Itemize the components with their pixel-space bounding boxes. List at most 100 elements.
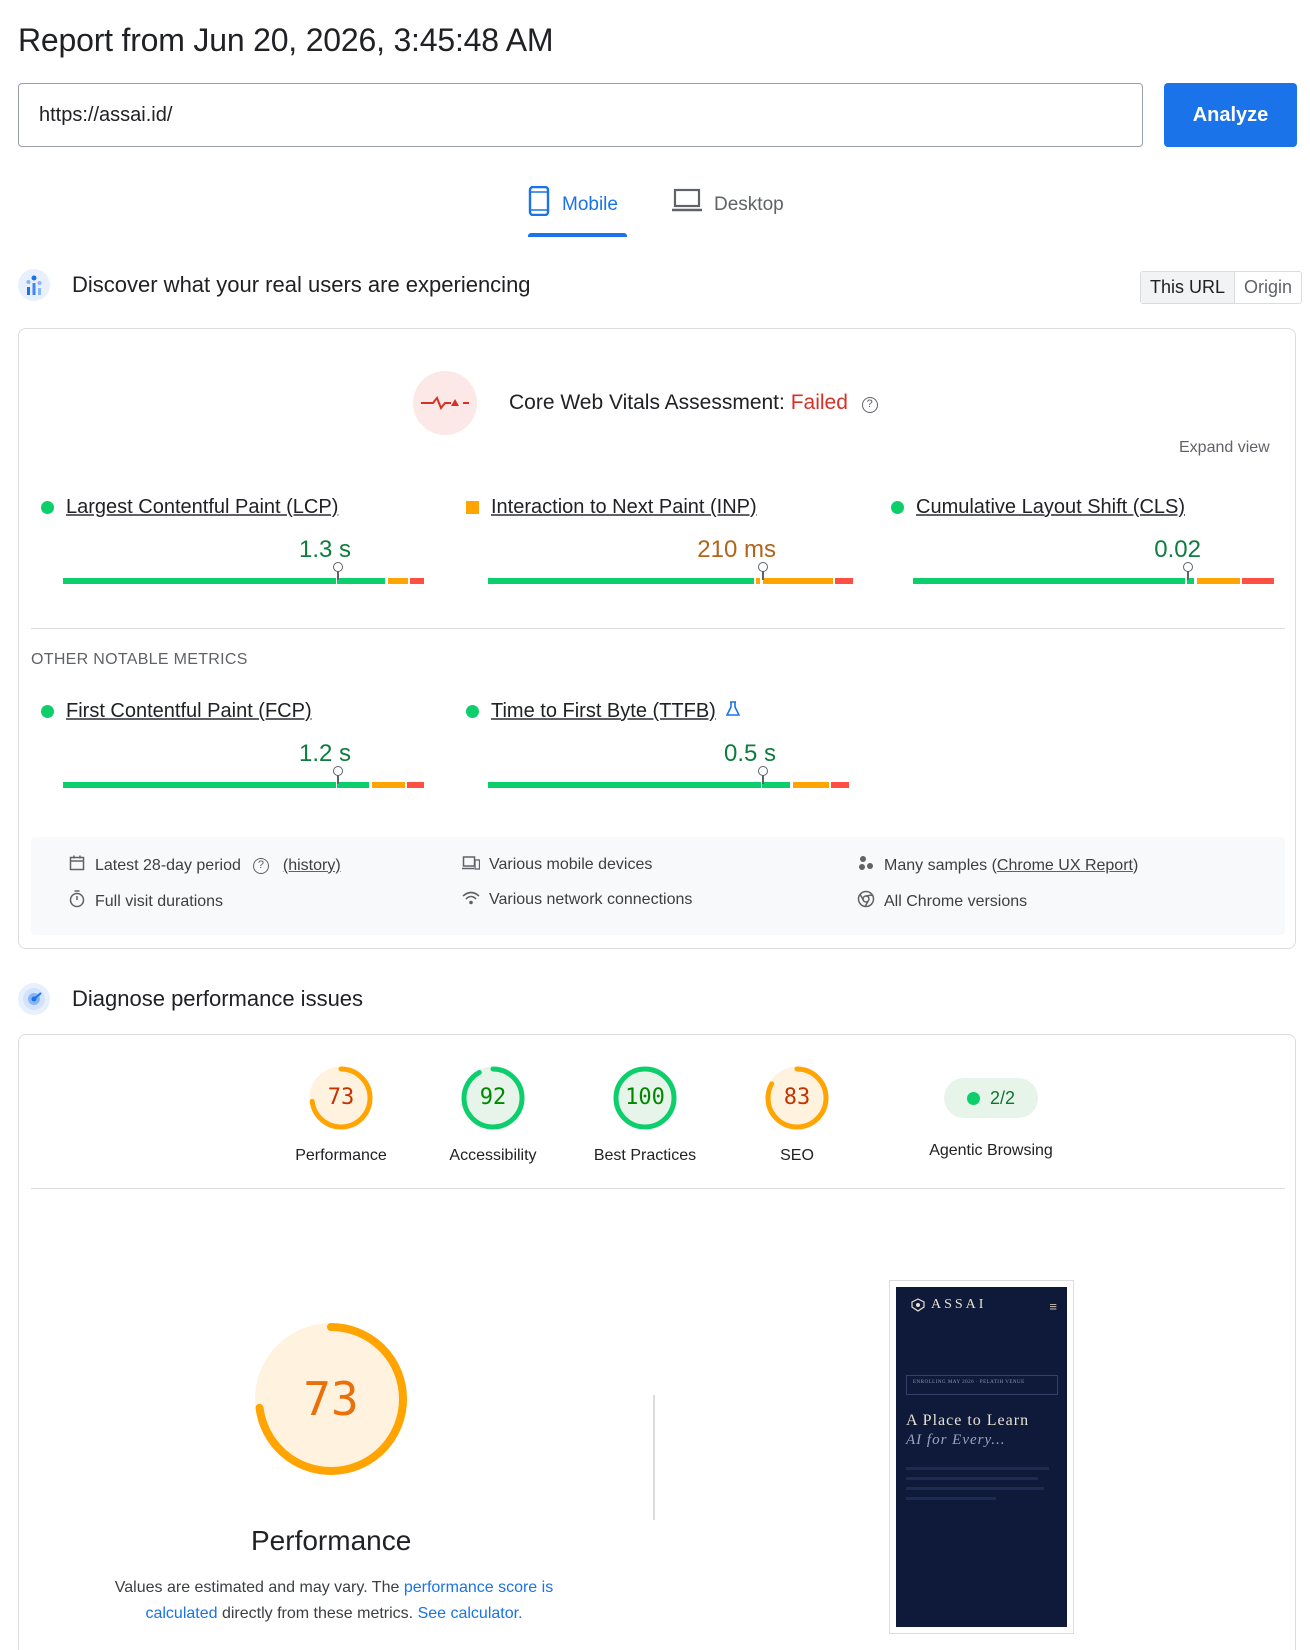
- info-durations-text: Full visit durations: [95, 892, 224, 910]
- good-dot-icon: [41, 705, 54, 718]
- good-dot-icon: [41, 501, 54, 514]
- metric-lcp-marker: [333, 562, 343, 580]
- tab-mobile[interactable]: Mobile: [528, 185, 618, 238]
- flask-icon: [725, 700, 741, 723]
- score-ring: 73: [308, 1065, 374, 1131]
- metric-ttfb-name[interactable]: Time to First Byte (TTFB): [491, 700, 716, 723]
- vertical-divider: [653, 1395, 655, 1520]
- users-chart-icon: [18, 269, 50, 301]
- info-network: Various network connections: [461, 890, 692, 910]
- screenshot-screen: ASSAI ≡ ENROLLING MAY 2026 · PELATIH VEN…: [896, 1287, 1067, 1627]
- performance-big-gauge: 73: [251, 1319, 411, 1479]
- metric-cls-name[interactable]: Cumulative Layout Shift (CLS): [916, 496, 1185, 519]
- chrome-ux-report-link[interactable]: Chrome UX Report: [997, 857, 1133, 874]
- metric-ttfb: Time to First Byte (TTFB) 0.5 s: [466, 700, 849, 800]
- metric-fcp-value: 1.2 s: [298, 740, 351, 767]
- performance-big-score: 73: [303, 1372, 359, 1426]
- phone-icon: [528, 185, 550, 222]
- metric-lcp: Largest Contentful Paint (LCP) 1.3 s: [41, 496, 424, 596]
- agentic-browsing-gauge[interactable]: 2/2 Agentic Browsing: [911, 1065, 1071, 1160]
- url-input[interactable]: [18, 83, 1143, 147]
- metric-lcp-distribution: [63, 578, 432, 584]
- agentic-browsing-value: 2/2: [989, 1087, 1016, 1108]
- stopwatch-icon: [67, 890, 87, 913]
- score-gauge-seo[interactable]: 83 SEO: [717, 1065, 877, 1165]
- metric-cls-value: 0.02: [1154, 536, 1201, 563]
- score-value: 73: [327, 1085, 355, 1110]
- info-samples-text: Many samples (Chrome UX Report): [884, 856, 1139, 874]
- report-title: Report from Jun 20, 2026, 3:45:48 AM: [18, 22, 554, 58]
- cwv-failed-icon: [413, 371, 477, 435]
- metric-inp-name[interactable]: Interaction to Next Paint (INP): [491, 496, 757, 519]
- info-period-text: Latest 28-day period: [95, 856, 241, 874]
- hamburger-menu-icon: ≡: [1049, 1299, 1057, 1314]
- info-versions-text: All Chrome versions: [884, 892, 1028, 910]
- score-gauge-accessibility[interactable]: 92 Accessibility: [413, 1065, 573, 1165]
- scores-divider: [31, 1188, 1285, 1189]
- screenshot-logo: ASSAI: [910, 1297, 986, 1313]
- score-value: 92: [479, 1085, 507, 1110]
- metric-lcp-name[interactable]: Largest Contentful Paint (LCP): [66, 496, 338, 519]
- analyze-button[interactable]: Analyze: [1164, 83, 1297, 147]
- tab-desktop[interactable]: Desktop: [672, 186, 784, 238]
- tab-desktop-label: Desktop: [714, 194, 784, 215]
- info-versions: All Chrome versions: [856, 890, 1027, 913]
- diagnose-radar-icon: [18, 983, 50, 1015]
- laptop-icon: [672, 186, 702, 220]
- help-icon[interactable]: ?: [252, 857, 269, 874]
- score-value: 83: [783, 1085, 811, 1110]
- field-section-title: Discover what your real users are experi…: [72, 272, 531, 297]
- screenshot-headline-1: A Place to Learn: [906, 1412, 1030, 1429]
- cwv-assessment-status: Failed: [790, 391, 848, 414]
- lab-section-header: Diagnose performance issues: [18, 983, 363, 1015]
- performance-note: Values are estimated and may vary. The p…: [114, 1579, 554, 1622]
- devices-icon: [461, 855, 481, 875]
- metric-cls: Cumulative Layout Shift (CLS) 0.02: [891, 496, 1274, 596]
- metric-inp: Interaction to Next Paint (INP) 210 ms: [466, 496, 853, 596]
- cwv-assessment-label: Core Web Vitals Assessment:: [509, 391, 785, 414]
- score-gauge-best-practices[interactable]: 100 Best Practices: [565, 1065, 725, 1165]
- score-ring: 100: [612, 1065, 678, 1131]
- screenshot-paragraph: [906, 1467, 1056, 1507]
- help-icon[interactable]: ?: [861, 397, 878, 413]
- lab-data-card: 73 Performance 92 Accessibility 100 Best Prac…: [18, 1034, 1296, 1650]
- history-link[interactable]: (history): [283, 857, 341, 875]
- cwv-assessment: Core Web Vitals Assessment: Failed ?: [509, 391, 878, 415]
- calendar-icon: [67, 855, 87, 876]
- info-network-text: Various network connections: [489, 891, 693, 908]
- good-dot-icon: [891, 501, 904, 514]
- page-screenshot: ASSAI ≡ ENROLLING MAY 2026 · PELATIH VEN…: [889, 1280, 1074, 1634]
- good-dot-icon: [966, 1091, 980, 1105]
- agentic-browsing-pill: 2/2: [944, 1078, 1038, 1118]
- toggle-origin[interactable]: Origin: [1235, 272, 1301, 303]
- chrome-icon: [856, 890, 876, 913]
- screenshot-headline-2: AI for Every...: [906, 1432, 1006, 1448]
- metrics-divider: [31, 628, 1285, 629]
- tab-mobile-label: Mobile: [562, 194, 618, 215]
- metric-ttfb-value: 0.5 s: [723, 740, 776, 767]
- toggle-this-url[interactable]: This URL: [1141, 272, 1236, 303]
- metric-fcp-distribution: [63, 782, 432, 788]
- url-origin-toggle: This URL Origin: [1140, 271, 1303, 304]
- metric-inp-distribution: [488, 578, 857, 584]
- device-tabs: Mobile Desktop: [0, 185, 1310, 238]
- info-devices: Various mobile devices: [461, 855, 652, 875]
- info-durations: Full visit durations: [67, 890, 223, 913]
- metric-lcp-value: 1.3 s: [298, 536, 351, 563]
- lab-section-title: Diagnose performance issues: [72, 986, 364, 1011]
- score-ring: 92: [460, 1065, 526, 1131]
- score-label: Accessibility: [449, 1147, 537, 1164]
- score-value: 100: [625, 1085, 665, 1110]
- metric-fcp-marker: [333, 766, 343, 784]
- good-dot-icon: [466, 705, 479, 718]
- score-gauge-performance[interactable]: 73 Performance: [261, 1065, 421, 1165]
- see-calculator-link[interactable]: See calculator.: [418, 1605, 523, 1622]
- samples-icon: [856, 855, 876, 876]
- info-period: Latest 28-day period ? (history): [67, 855, 341, 876]
- metric-inp-marker: [758, 562, 768, 580]
- field-section-header: Discover what your real users are experi…: [18, 269, 531, 301]
- score-label: SEO: [780, 1147, 814, 1164]
- metric-fcp-name[interactable]: First Contentful Paint (FCP): [66, 700, 312, 723]
- expand-view-button[interactable]: Expand view: [1179, 439, 1270, 457]
- metric-ttfb-distribution: [488, 782, 857, 788]
